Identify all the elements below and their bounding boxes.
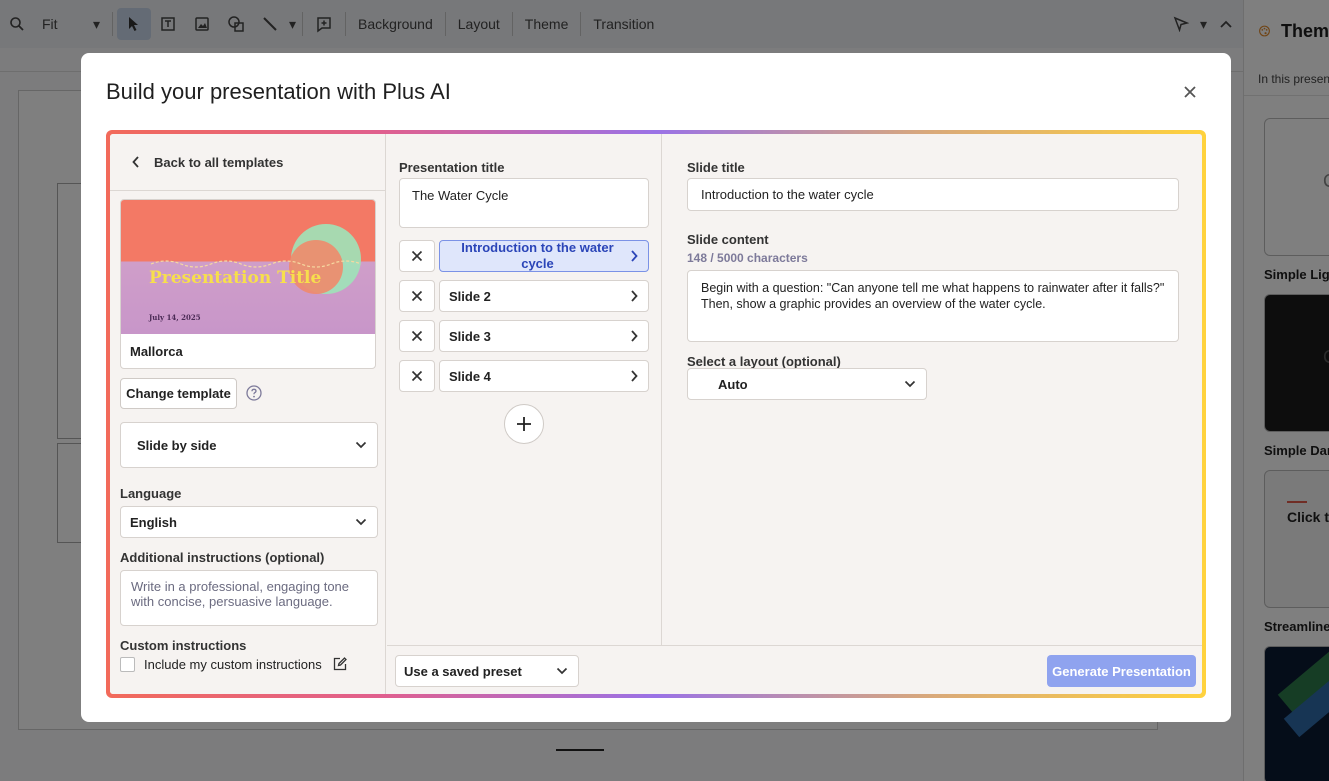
slide-row: Slide 3	[399, 320, 649, 352]
custom-instructions-row: Include my custom instructions	[120, 656, 348, 672]
slide-item-label: Slide 4	[449, 368, 491, 384]
slide-item-1[interactable]: Introduction to the water cycle	[439, 240, 649, 272]
slide-outline-column: Presentation title The Water Cycle Intro…	[387, 134, 662, 645]
delete-slide-button[interactable]	[399, 320, 435, 352]
generation-mode-value: Slide by side	[137, 437, 217, 453]
plus-icon	[517, 417, 531, 431]
close-icon	[411, 290, 423, 302]
chevron-down-icon	[355, 441, 367, 449]
custom-instructions-checkbox-label: Include my custom instructions	[144, 656, 322, 672]
saved-preset-select[interactable]: Use a saved preset	[395, 655, 579, 687]
chevron-down-icon	[904, 380, 916, 388]
custom-instructions-checkbox[interactable]	[120, 656, 135, 672]
close-icon	[411, 330, 423, 342]
chevron-right-icon	[631, 250, 638, 262]
chevron-down-icon	[355, 518, 367, 526]
delete-slide-button[interactable]	[399, 280, 435, 312]
close-icon	[411, 250, 423, 262]
chevron-left-icon	[132, 156, 139, 168]
generation-mode-select[interactable]: Slide by side	[120, 422, 378, 468]
layout-select[interactable]: Auto	[687, 368, 927, 400]
character-count: 148 / 5000 characters	[687, 251, 808, 265]
dialog-footer: Use a saved preset Generate Presentation	[387, 645, 1202, 694]
slide-item-3[interactable]: Slide 3	[439, 320, 649, 352]
slide-item-label: Slide 3	[449, 328, 491, 344]
delete-slide-button[interactable]	[399, 360, 435, 392]
template-preview-date: July 14, 2025	[149, 313, 201, 322]
edit-icon[interactable]	[332, 656, 348, 672]
slide-item-label: Introduction to the water cycle	[461, 240, 614, 271]
dialog-title: Build your presentation with Plus AI	[106, 79, 451, 104]
layout-value: Auto	[718, 376, 748, 392]
gradient-frame: Back to all templates Presentation Title…	[106, 130, 1206, 698]
layout-label: Select a layout (optional)	[687, 354, 841, 369]
presentation-title-label: Presentation title	[399, 160, 505, 175]
template-preview: Presentation Title July 14, 2025	[121, 200, 375, 334]
slide-title-input[interactable]	[687, 178, 1179, 211]
slide-row: Slide 2	[399, 280, 649, 312]
slide-row: Introduction to the water cycle	[399, 240, 649, 272]
chevron-down-icon	[556, 667, 568, 675]
delete-slide-button[interactable]	[399, 240, 435, 272]
chevron-right-icon	[631, 290, 638, 302]
back-to-templates-button[interactable]: Back to all templates	[110, 134, 386, 191]
additional-instructions-input[interactable]	[120, 570, 378, 626]
slide-item-label: Slide 2	[449, 288, 491, 304]
presentation-title-input[interactable]: The Water Cycle	[399, 178, 649, 228]
slide-content-label: Slide content	[687, 232, 769, 247]
close-icon	[411, 370, 423, 382]
chevron-right-icon	[631, 330, 638, 342]
language-select[interactable]: English	[120, 506, 378, 538]
template-preview-title: Presentation Title	[149, 268, 322, 288]
back-label: Back to all templates	[154, 154, 284, 170]
saved-preset-label: Use a saved preset	[404, 663, 522, 679]
template-name: Mallorca	[130, 344, 183, 359]
dialog-body: Back to all templates Presentation Title…	[110, 134, 1202, 694]
change-template-button[interactable]: Change template	[120, 378, 237, 409]
slide-content-input[interactable]: Begin with a question: "Can anyone tell …	[687, 270, 1179, 342]
language-value: English	[130, 514, 177, 530]
slide-item-2[interactable]: Slide 2	[439, 280, 649, 312]
close-button[interactable]	[1179, 81, 1201, 103]
help-icon[interactable]	[246, 385, 262, 401]
generate-presentation-button[interactable]: Generate Presentation	[1047, 655, 1196, 687]
language-label: Language	[120, 486, 182, 501]
slide-editor-column: Slide title Slide content 148 / 5000 cha…	[663, 134, 1202, 645]
template-settings-column: Back to all templates Presentation Title…	[110, 134, 386, 694]
custom-instructions-label: Custom instructions	[120, 638, 247, 653]
close-icon	[1184, 86, 1196, 98]
chevron-right-icon	[631, 370, 638, 382]
template-card[interactable]: Presentation Title July 14, 2025 Mallorc…	[120, 199, 376, 369]
add-slide-button[interactable]	[504, 404, 544, 444]
slide-title-label: Slide title	[687, 160, 745, 175]
slide-row: Slide 4	[399, 360, 649, 392]
plus-ai-dialog: Build your presentation with Plus AI Bac…	[81, 53, 1231, 722]
additional-instructions-label: Additional instructions (optional)	[120, 550, 325, 565]
slide-item-4[interactable]: Slide 4	[439, 360, 649, 392]
